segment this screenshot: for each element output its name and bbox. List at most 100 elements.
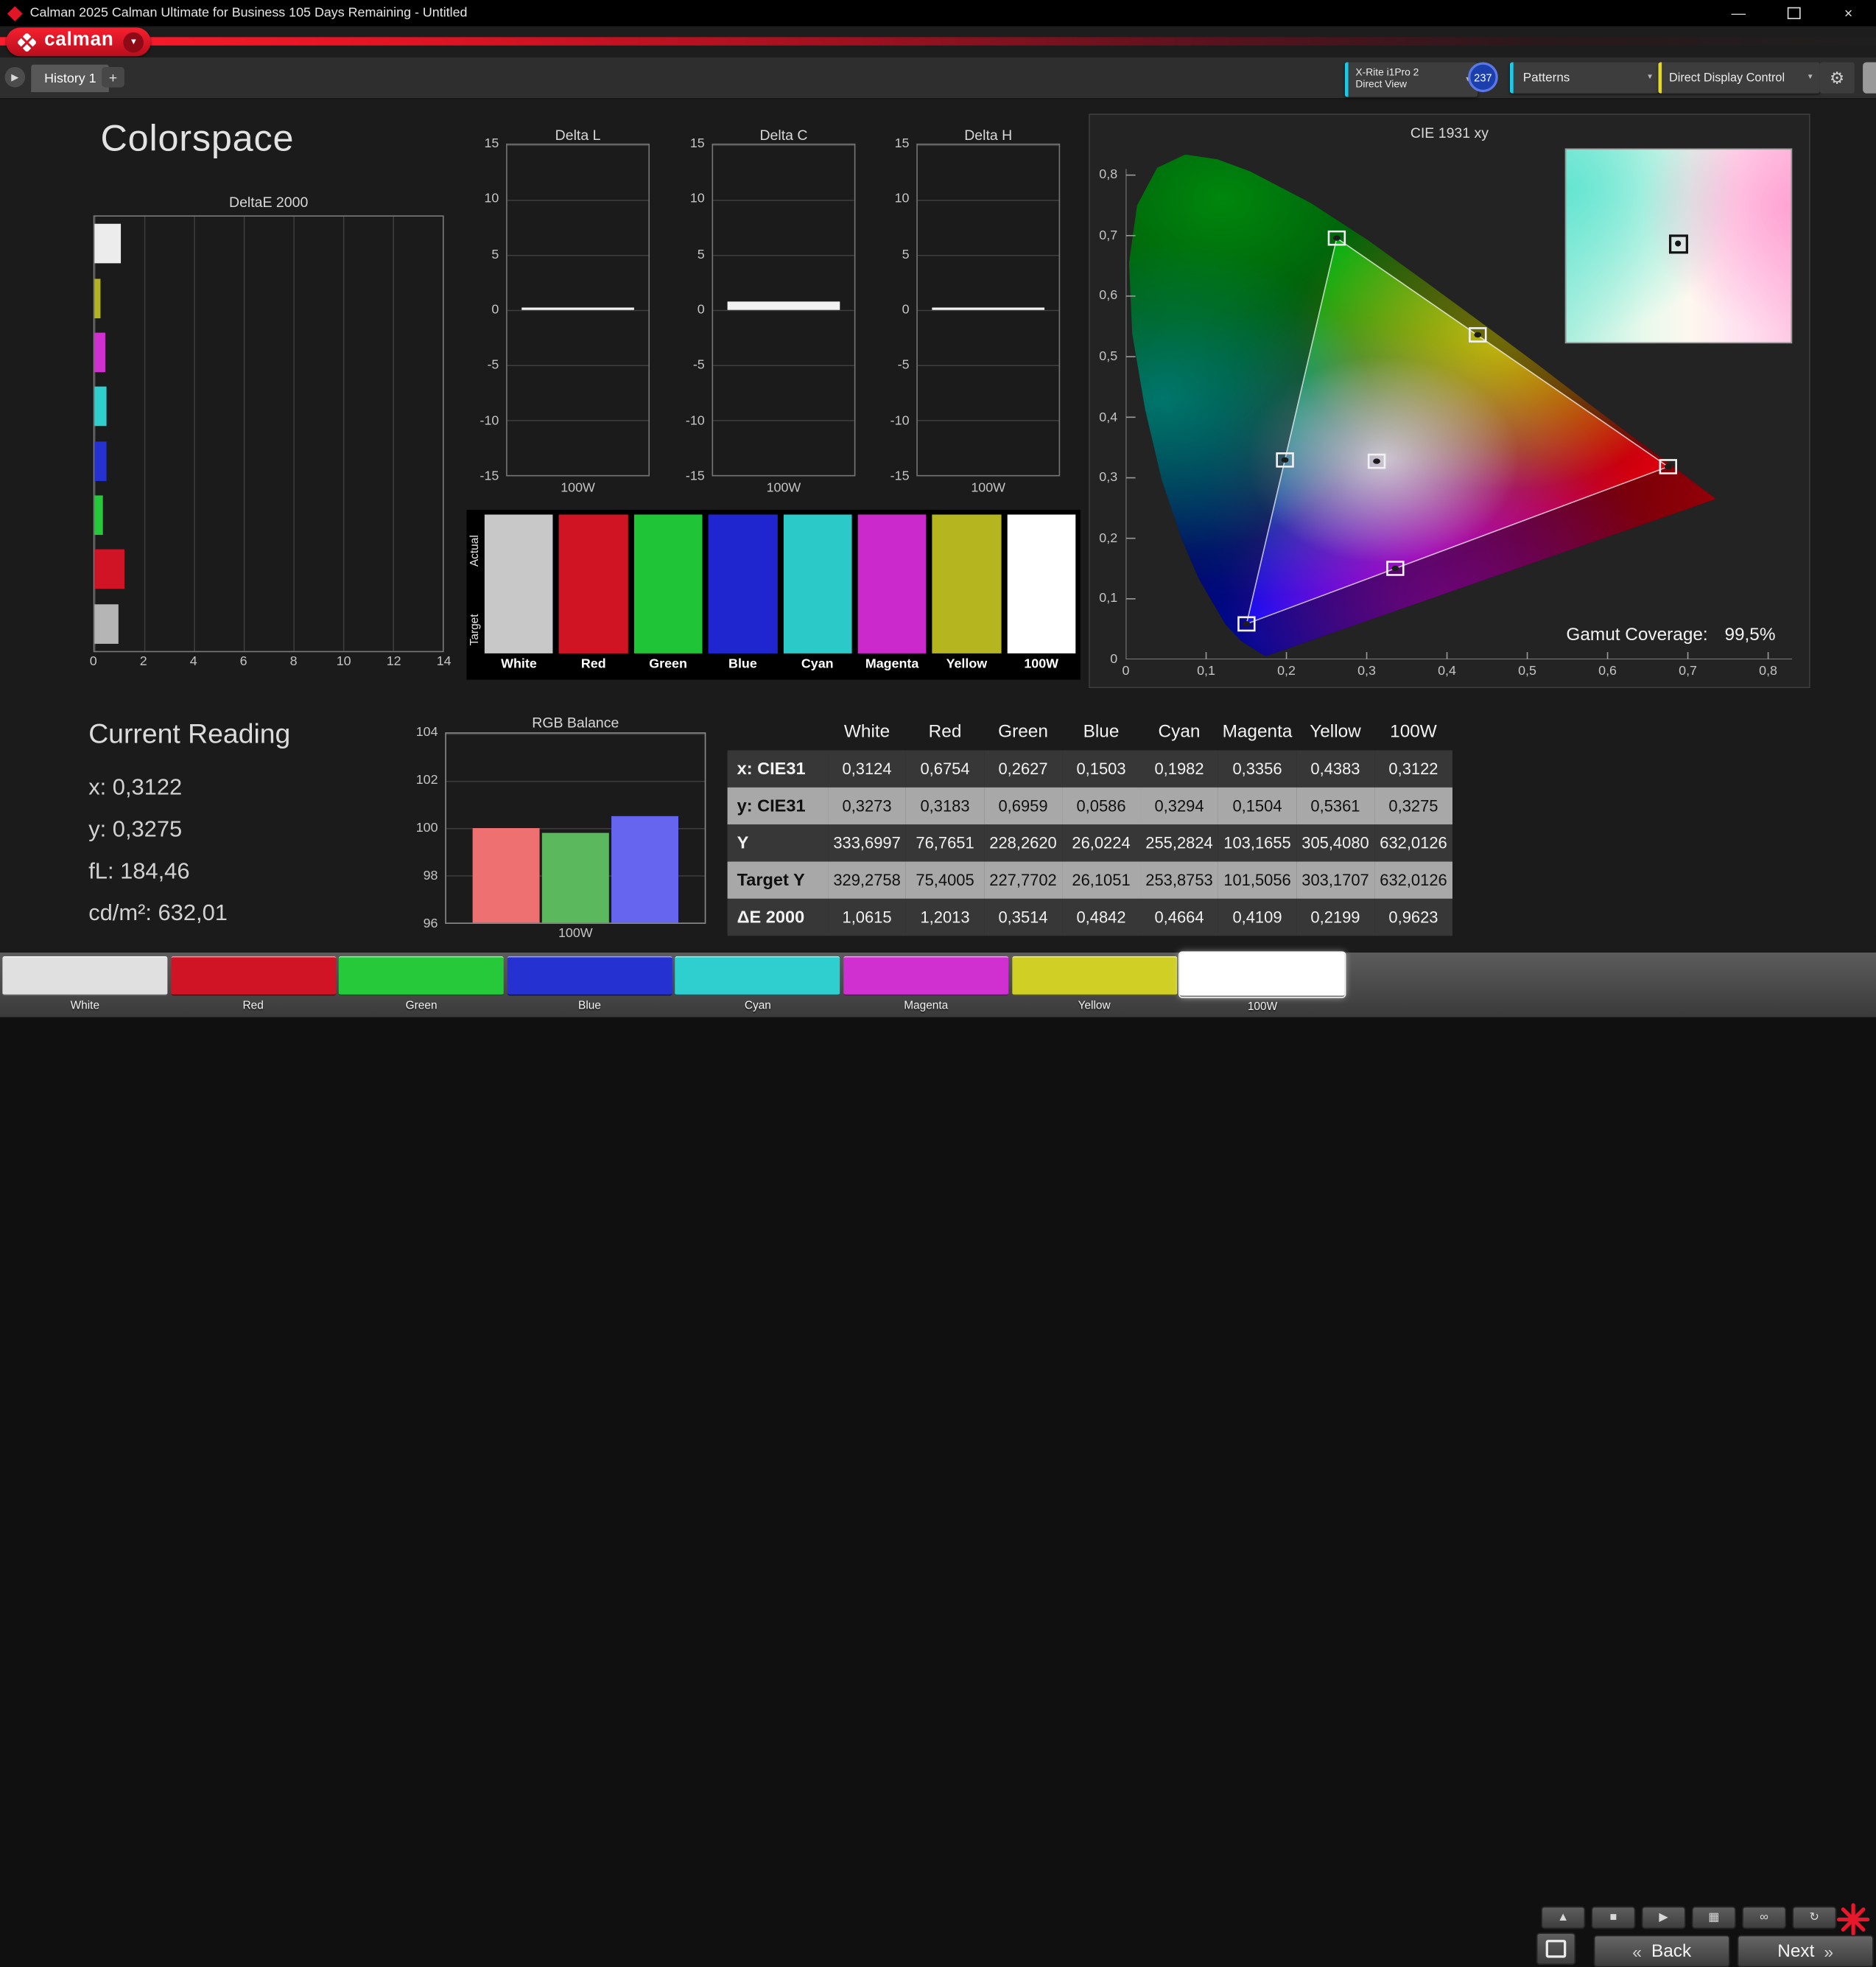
tab-bar-edge-handle[interactable]	[1863, 62, 1876, 94]
y-tick-label: 5	[491, 247, 499, 262]
table-cell: 0,3275	[1388, 796, 1438, 816]
layout-icon	[1545, 1940, 1567, 1958]
rgb-balance-x-label: 100W	[558, 926, 593, 941]
y-tick-label: 98	[423, 869, 438, 883]
color-swatch	[559, 514, 628, 653]
history-panel-toggle[interactable]: ▶	[4, 66, 26, 88]
patterns-label: Patterns	[1522, 70, 1570, 85]
table-cell: 0,4664	[1154, 908, 1204, 927]
col-header-magenta: Magenta	[1222, 721, 1293, 743]
pattern-button-magenta[interactable]: Magenta	[843, 956, 1009, 1012]
table-cell: 0,3122	[1388, 760, 1438, 778]
link-button[interactable]: ∞	[1742, 1906, 1787, 1929]
chart-title: Delta L	[555, 127, 601, 144]
table-cell: 0,3356	[1232, 760, 1282, 778]
delta-e-bar-green	[94, 495, 104, 536]
table-cell: 75,4005	[916, 871, 974, 889]
x-axis-label: 100W	[766, 480, 801, 496]
y-axis-labels: 15 10 5 0 -5 -10 -15	[883, 136, 912, 483]
delta-e-row-white	[94, 217, 443, 271]
up-button[interactable]: ▲	[1541, 1906, 1586, 1929]
settings-button[interactable]: ⚙	[1819, 62, 1855, 94]
layout-button[interactable]	[1536, 1932, 1576, 1966]
cie-y-axis-labels: 0,8 0,7 0,6 0,5 0,4 0,3 0,2 0,1 0	[1090, 145, 1121, 667]
y-tick-label: 15	[689, 136, 705, 151]
pattern-button-yellow[interactable]: Yellow	[1011, 956, 1177, 1013]
pattern-button-green[interactable]: Green	[338, 956, 505, 1013]
delta-e-x-tick: 2	[139, 654, 147, 670]
table-header-row: White Red Green Blue Cyan Magenta Yellow 100W	[728, 713, 1452, 750]
pattern-button-white[interactable]: White	[2, 956, 168, 1012]
delta-e-row-green	[94, 488, 443, 543]
rgb-bar-red	[472, 828, 540, 923]
color-swatch	[857, 514, 927, 653]
swatch-label: Blue	[728, 656, 757, 672]
display-control-label: Direct Display Control	[1668, 71, 1785, 85]
swatch-label: White	[501, 656, 537, 672]
meter-selector[interactable]: X-Rite i1Pro 2 Direct View ▼	[1344, 62, 1478, 97]
y-tick-label: 10	[689, 192, 705, 206]
rgb-balance-title: RGB Balance	[532, 714, 619, 732]
table-cell: 0,3183	[920, 796, 970, 816]
rgb-bar-green	[541, 832, 609, 923]
next-label: Next	[1777, 1940, 1815, 1962]
back-button[interactable]: « Back	[1593, 1935, 1730, 1967]
calman-logo-menu[interactable]: calman ▼	[6, 27, 151, 57]
pattern-button-100w[interactable]: 100W	[1178, 951, 1346, 1014]
cie-y-tick-label: 0,8	[1099, 167, 1118, 183]
chart-delta-h: Delta H 15 10 5 0 -5 -10 -15 100W	[883, 127, 1063, 500]
cie-x-tick-label: 0,5	[1518, 664, 1536, 679]
table-cell: 0,6754	[920, 760, 970, 778]
add-tab-button[interactable]: +	[102, 66, 124, 88]
cie-x-axis-labels: 0 0,1 0,2 0,3 0,4 0,5 0,6 0,7 0,8	[1123, 664, 1793, 681]
table-row-x-cie31: x: CIE31 0,3124 0,6754 0,2627 0,1503 0,1982 0,…	[727, 750, 1452, 788]
y-tick-label: 5	[697, 247, 705, 262]
calman-flower-icon	[18, 32, 36, 52]
refresh-button[interactable]: ↻	[1792, 1906, 1837, 1929]
table-cell: 255,2824	[1145, 834, 1213, 852]
pattern-button-red[interactable]: Red	[170, 956, 336, 1012]
pattern-window-badge[interactable]: 237	[1468, 62, 1498, 93]
white-point-marker	[1669, 234, 1689, 254]
next-button[interactable]: Next »	[1737, 1935, 1874, 1967]
chart-plot-area	[712, 143, 856, 477]
close-button[interactable]: ×	[1821, 0, 1876, 27]
play-button[interactable]: ▶	[1641, 1906, 1686, 1929]
table-cell: 0,4109	[1232, 908, 1282, 927]
transport-buttons: ▲ ■ ▶ ▦ ∞ ↻	[1541, 1906, 1840, 1930]
cie-x-tick-label: 0,1	[1197, 664, 1215, 679]
pattern-button-cyan[interactable]: Cyan	[675, 956, 840, 1012]
swatch-column-100w: 100W	[1007, 514, 1076, 675]
patterns-selector[interactable]: Patterns ▼	[1509, 62, 1659, 94]
reading-value: y: 0,3275	[88, 817, 183, 843]
maximize-button[interactable]	[1766, 0, 1821, 27]
swatch-column-cyan: Cyan	[783, 514, 852, 675]
table-cell: 0,3294	[1154, 796, 1204, 816]
rgb-balance-chart	[445, 732, 706, 925]
table-cell: 0,3514	[998, 908, 1048, 927]
current-reading-title: Current Reading	[88, 718, 291, 749]
chart-plot-area	[916, 143, 1061, 477]
table-cell: 0,1503	[1076, 760, 1126, 778]
delta-e-x-tick: 8	[289, 654, 298, 670]
measurement-bar	[727, 301, 840, 310]
rgb-balance-bars	[472, 734, 681, 923]
display-control-selector[interactable]: Direct Display Control ▼	[1658, 62, 1820, 94]
back-chevron-icon: «	[1632, 1941, 1642, 1961]
pattern-label: Yellow	[1078, 999, 1111, 1013]
chart-plot-area	[506, 143, 650, 477]
pattern-swatch	[1011, 956, 1177, 996]
minimize-button[interactable]: —	[1711, 0, 1766, 27]
stop-button[interactable]: ■	[1591, 1906, 1636, 1929]
reading-value: cd/m²: 632,01	[88, 901, 228, 927]
swatch-label: Yellow	[946, 656, 988, 672]
table-cell: 0,0586	[1076, 796, 1126, 816]
pattern-button-blue[interactable]: Blue	[507, 956, 672, 1012]
tab-history-1[interactable]: History 1	[31, 64, 110, 93]
delta-e-row-blue	[94, 434, 443, 488]
app-icon	[7, 5, 23, 21]
save-button[interactable]: ▦	[1691, 1906, 1736, 1929]
pattern-label: Green	[405, 999, 438, 1013]
pattern-label: Blue	[578, 999, 601, 1013]
cie-x-tick-label: 0,2	[1277, 664, 1296, 679]
